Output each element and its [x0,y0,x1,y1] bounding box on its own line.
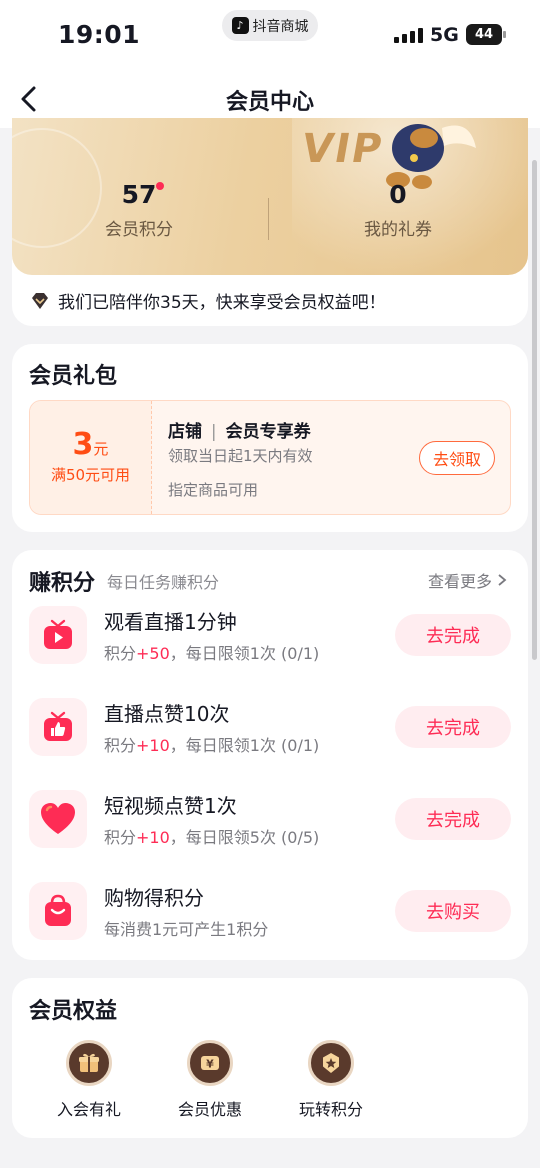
tv-thumbs-up-icon [29,698,87,756]
app-badge[interactable]: ♪ 抖音商城 [222,10,318,41]
vip-badge-text: VIP [297,126,388,172]
points-reward: +10 [136,828,170,847]
claim-coupon-button[interactable]: 去领取 [419,441,495,475]
coupon-title: 店铺 | 会员专享券 [168,422,311,442]
points-reward: +50 [136,644,170,663]
rights-item-label: 入会有礼 [56,1100,121,1119]
complete-task-button[interactable]: 去完成 [395,614,511,656]
notification-dot [156,182,165,190]
complete-task-button[interactable]: 去完成 [395,798,511,840]
status-time: 19:01 [58,20,141,49]
coupon-title-type: 会员专享券 [225,422,311,442]
coupon-amount: 3 [72,427,94,462]
member-gold-banner: VIP 57 会员积分 0 我的礼券 [12,118,528,275]
app-badge-label: 抖音商城 [252,18,309,35]
signal-icon [394,28,423,43]
member-rights-section: 会员权益 入会有礼 ¥ 会员优惠 玩转积分 [12,978,528,1138]
view-more-label: 查看更多 [427,572,492,591]
member-coupon[interactable]: 3元 满50元可用 店铺 | 会员专享券 领取当日起1天内有效 指定商品可用 去… [29,400,511,515]
battery-level: 44 [474,27,494,42]
task-desc: 每消费1元可产生1积分 [104,920,269,939]
task-name: 观看直播1分钟 [104,610,237,634]
task-name: 短视频点赞1次 [104,794,237,818]
points-value: 57 [121,180,157,209]
vouchers-stat[interactable]: 0 我的礼券 [298,180,498,240]
chevron-right-icon [498,574,507,586]
coupon-amount-panel: 3元 满50元可用 [30,401,152,514]
task-name: 购物得积分 [104,886,204,910]
membership-duration: 我们已陪伴你35天，快来享受会员权益吧！ [30,288,386,313]
points-reward: +10 [136,736,170,755]
shopping-bag-icon [29,882,87,940]
task-name: 直播点赞10次 [104,702,230,726]
member-summary-card: VIP 57 会员积分 0 我的礼券 我们已陪伴你35天，快来享受会员权益吧！ [12,118,528,326]
membership-duration-text: 我们已陪伴你35天，快来享受会员权益吧！ [58,293,386,313]
coupon-unit: 元 [93,440,109,458]
task-row: 短视频点赞1次 积分+10，每日限领5次 (0/5) 去完成 [29,784,511,854]
rights-item-member-discount[interactable]: ¥ 会员优惠 [160,1040,260,1120]
task-row: 购物得积分 每消费1元可产生1积分 去购买 [29,876,511,946]
svg-text:¥: ¥ [206,1058,214,1071]
rights-item-label: 玩转积分 [298,1100,363,1119]
task-desc: 积分+50，每日限领1次 (0/1) [104,644,320,663]
yen-ticket-icon: ¥ [187,1040,233,1086]
points-stat[interactable]: 57 会员积分 [39,180,239,240]
stat-divider [268,198,269,240]
task-row: 观看直播1分钟 积分+50，每日限领1次 (0/1) 去完成 [29,600,511,670]
scrollbar[interactable] [532,160,537,660]
view-more-link[interactable]: 查看更多 [428,568,508,592]
tv-play-icon [29,606,87,664]
coupon-condition: 满50元可用 [50,466,131,484]
star-badge-icon [308,1040,354,1086]
vouchers-label: 我的礼券 [364,220,432,240]
heart-icon [29,790,87,848]
status-bar: 19:01 ♪ 抖音商城 5G 44 [0,0,540,70]
gift-icon [66,1040,112,1086]
task-row: 直播点赞10次 积分+10，每日限领1次 (0/1) 去完成 [29,692,511,762]
coupon-title-store: 店铺 [168,422,202,442]
coupon-validity: 领取当日起1天内有效 [168,447,313,465]
page-title: 会员中心 [225,90,314,115]
points-tasks-title: 赚积分 [29,571,96,596]
coupon-scope: 指定商品可用 [168,481,259,499]
member-rights-title: 会员权益 [29,999,118,1024]
buy-task-button[interactable]: 去购买 [395,890,511,932]
rights-item-join-gift[interactable]: 入会有礼 [39,1040,139,1120]
complete-task-button[interactable]: 去完成 [395,706,511,748]
vouchers-value: 0 [389,180,407,209]
diamond-icon [32,292,48,309]
battery-icon: 44 [466,24,506,45]
gift-pack-section: 会员礼包 3元 满50元可用 店铺 | 会员专享券 领取当日起1天内有效 指定商… [12,344,528,532]
task-desc: 积分+10，每日限领1次 (0/1) [104,736,320,755]
rights-item-play-points[interactable]: 玩转积分 [281,1040,381,1120]
rights-item-label: 会员优惠 [177,1100,242,1119]
points-label: 会员积分 [105,220,173,240]
task-desc: 积分+10，每日限领5次 (0/5) [104,828,320,847]
points-tasks-hint: 每日任务赚积分 [107,573,220,592]
network-type: 5G [430,24,459,46]
douyin-logo-icon: ♪ [231,17,249,34]
gift-pack-title: 会员礼包 [29,364,118,389]
points-tasks-section: 赚积分 每日任务赚积分 查看更多 观看直播1分钟 积分+50，每日限领1次 (0… [12,550,528,960]
